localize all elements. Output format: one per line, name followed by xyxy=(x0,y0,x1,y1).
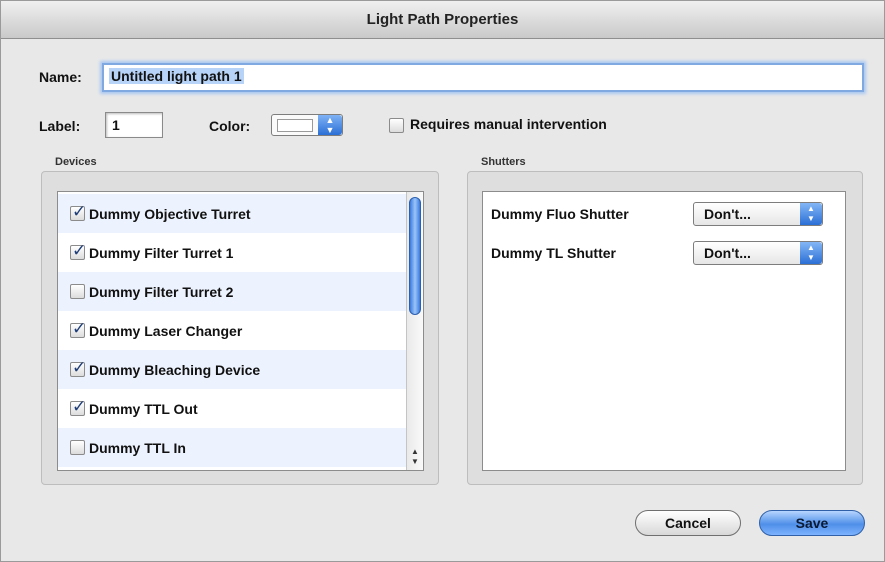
shutters-list: Dummy Fluo Shutter Don't... ▲ ▼ Dummy TL … xyxy=(482,191,846,471)
shutter-row: Dummy Fluo Shutter xyxy=(491,201,629,227)
scroll-thumb[interactable] xyxy=(409,197,421,315)
checkbox-icon[interactable] xyxy=(70,241,86,261)
device-row[interactable]: Dummy Objective Turret xyxy=(58,194,423,233)
device-label: Dummy Filter Turret 1 xyxy=(89,244,234,261)
checkbox-icon[interactable] xyxy=(70,397,86,417)
label-label: Label: xyxy=(39,118,81,134)
shutter-label: Dummy Fluo Shutter xyxy=(491,206,629,222)
shutters-group-title: Shutters xyxy=(481,156,526,168)
color-label: Color: xyxy=(209,118,251,134)
name-field[interactable]: Untitled light path 1 xyxy=(102,63,864,92)
devices-list: Dummy Objective Turret Dummy Filter Turr… xyxy=(57,191,424,471)
shutter-action-value: Don't... xyxy=(704,245,751,261)
device-label: Dummy TTL In xyxy=(89,439,186,456)
shutter-row: Dummy TL Shutter xyxy=(491,240,616,266)
scroll-arrows-icon[interactable]: ▲ ▼ xyxy=(409,447,421,467)
shutter-label: Dummy TL Shutter xyxy=(491,245,616,261)
device-row[interactable]: Dummy Laser Changer xyxy=(58,311,423,350)
device-label: Dummy Bleaching Device xyxy=(89,361,261,378)
color-swatch xyxy=(277,119,313,132)
device-row[interactable]: Dummy Bleaching Device xyxy=(58,350,423,389)
checkbox-icon[interactable] xyxy=(70,284,85,299)
checkbox-icon[interactable] xyxy=(70,358,86,378)
device-label: Dummy Filter Turret 2 xyxy=(89,283,234,300)
devices-group: Dummy Objective Turret Dummy Filter Turr… xyxy=(41,171,439,485)
device-row[interactable]: Dummy TTL Out xyxy=(58,389,423,428)
shutters-group: Dummy Fluo Shutter Don't... ▲ ▼ Dummy TL … xyxy=(467,171,863,485)
name-field-value: Untitled light path 1 xyxy=(109,68,244,84)
cancel-button[interactable]: Cancel xyxy=(635,510,741,536)
shutter-action-select[interactable]: Don't... ▲ ▼ xyxy=(693,241,823,265)
label-field[interactable]: 1 xyxy=(105,112,163,138)
devices-scrollbar[interactable]: ▲ ▼ xyxy=(406,192,423,470)
shutter-action-value: Don't... xyxy=(704,206,751,222)
checkbox-icon[interactable] xyxy=(70,440,85,455)
checkbox-icon xyxy=(389,117,404,133)
device-row[interactable]: Dummy TTL In xyxy=(58,428,423,467)
device-label: Dummy Objective Turret xyxy=(89,205,251,222)
color-picker-button[interactable]: ▲ ▼ xyxy=(271,114,343,136)
checkbox-icon[interactable] xyxy=(70,202,86,222)
save-button[interactable]: Save xyxy=(759,510,865,536)
devices-group-title: Devices xyxy=(55,156,97,168)
name-label: Name: xyxy=(39,69,82,85)
manual-intervention-checkbox[interactable]: Requires manual intervention xyxy=(389,116,607,133)
shutter-action-select[interactable]: Don't... ▲ ▼ xyxy=(693,202,823,226)
popup-stepper-icon: ▲ ▼ xyxy=(800,242,822,264)
device-label: Dummy TTL Out xyxy=(89,400,198,417)
window-title: Light Path Properties xyxy=(1,1,884,39)
manual-intervention-label: Requires manual intervention xyxy=(410,116,607,132)
device-row[interactable]: Dummy Filter Turret 2 xyxy=(58,272,423,311)
light-path-properties-dialog: Light Path Properties Name: Untitled lig… xyxy=(0,0,885,562)
checkbox-icon[interactable] xyxy=(70,319,86,339)
popup-stepper-icon: ▲ ▼ xyxy=(800,203,822,225)
device-label: Dummy Laser Changer xyxy=(89,322,243,339)
popup-stepper-icon: ▲ ▼ xyxy=(318,115,342,135)
device-row[interactable]: Dummy Filter Turret 1 xyxy=(58,233,423,272)
